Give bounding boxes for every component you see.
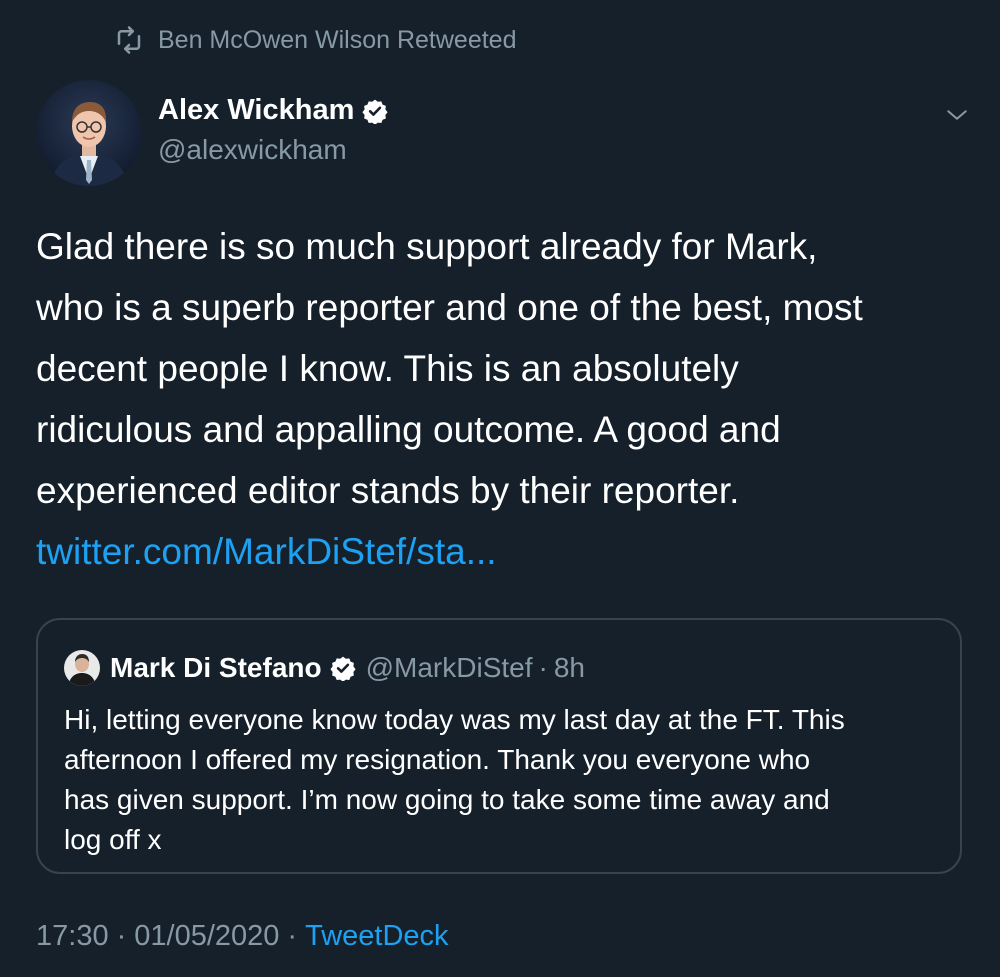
retweet-icon <box>114 25 144 55</box>
tweet-source-link[interactable]: TweetDeck <box>305 920 448 953</box>
tweet-text-line: decent people I know. This is an absolut… <box>36 348 739 389</box>
tweet-text-line: ridiculous and appalling outcome. A good… <box>36 409 781 450</box>
separator-dot: · <box>287 920 298 952</box>
tweet-time[interactable]: 17:30 <box>36 920 109 953</box>
tweet-text: Glad there is so much support already fo… <box>36 216 976 582</box>
quoted-tweet-time: 8h <box>553 652 585 683</box>
tweet-meta: 17:30 · 01/05/2020 · TweetDeck <box>36 920 449 953</box>
verified-badge-icon <box>362 98 388 124</box>
tweet-text-line: Glad there is so much support already fo… <box>36 226 818 267</box>
quoted-author-handle[interactable]: @MarkDiStef <box>366 652 533 684</box>
author-handle[interactable]: @alexwickham <box>158 134 347 166</box>
quoted-tweet-text: Hi, letting everyone know today was my l… <box>64 700 944 860</box>
quoted-text-line: Hi, letting everyone know today was my l… <box>64 704 845 735</box>
retweet-context-text: Ben McOwen Wilson Retweeted <box>158 25 517 54</box>
quoted-tweet-header: Mark Di Stefano @MarkDiStef · 8h <box>64 648 585 688</box>
author-avatar[interactable] <box>36 80 142 186</box>
tweet-text-line: who is a superb reporter and one of the … <box>36 287 863 328</box>
author-name-text: Alex Wickham <box>158 94 355 126</box>
quoted-author-name[interactable]: Mark Di Stefano <box>110 652 322 684</box>
tweet-link[interactable]: twitter.com/MarkDiStef/sta... <box>36 521 976 582</box>
chevron-down-icon[interactable] <box>942 100 972 130</box>
quoted-tweet-card[interactable]: Mark Di Stefano @MarkDiStef · 8h Hi, let… <box>36 618 962 874</box>
quoted-text-line: log off x <box>64 824 162 855</box>
quoted-text-line: has given support. I’m now going to take… <box>64 784 830 815</box>
separator-dot: · <box>116 920 127 952</box>
tweet-text-line: experienced editor stands by their repor… <box>36 470 740 511</box>
separator-dot: · <box>538 652 548 683</box>
quoted-author-avatar[interactable] <box>64 650 100 686</box>
retweet-context[interactable]: Ben McOwen Wilson Retweeted <box>114 22 516 58</box>
verified-badge-icon <box>330 655 356 681</box>
author-name[interactable]: Alex Wickham <box>158 94 388 127</box>
quoted-text-line: afternoon I offered my resignation. Than… <box>64 744 811 775</box>
tweet-date[interactable]: 01/05/2020 <box>134 920 279 953</box>
avatar-photo-icon <box>36 80 142 186</box>
avatar-photo-icon <box>64 650 100 686</box>
